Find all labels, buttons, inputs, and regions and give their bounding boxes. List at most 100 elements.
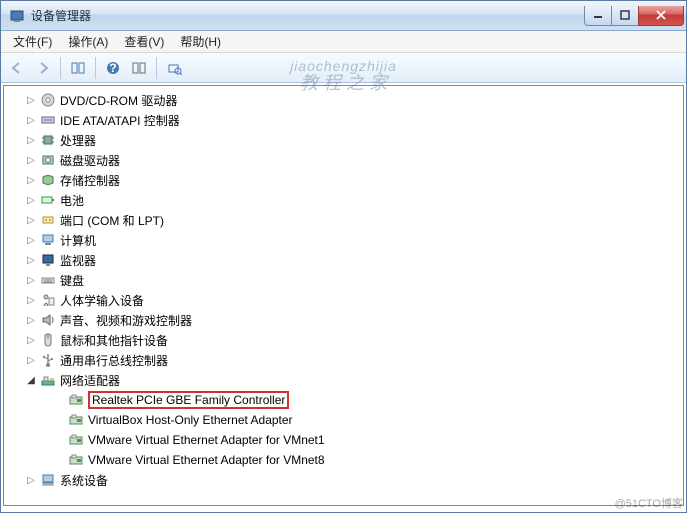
tree-item-label: IDE ATA/ATAPI 控制器 bbox=[60, 112, 180, 129]
tree-item[interactable]: ▷ 系统设备 bbox=[6, 470, 683, 490]
usb-icon bbox=[40, 352, 56, 368]
network-icon bbox=[40, 372, 56, 388]
tree-item-label: 网络适配器 bbox=[60, 372, 120, 389]
tree-item[interactable]: ▷ 声音、视频和游戏控制器 bbox=[6, 310, 683, 330]
tree-item-label: 处理器 bbox=[60, 132, 96, 149]
tree-item-label: 键盘 bbox=[60, 272, 84, 289]
forward-button[interactable] bbox=[31, 56, 55, 80]
content-area: ▷ DVD/CD-ROM 驱动器 ▷ IDE ATA/ATAPI 控制器 ▷ 处理器 ▷ 磁盘… bbox=[1, 83, 686, 512]
cpu-icon bbox=[40, 132, 56, 148]
tree-child-label-highlighted: Realtek PCIe GBE Family Controller bbox=[88, 391, 289, 409]
tree-item[interactable]: ▷ 通用串行总线控制器 bbox=[6, 350, 683, 370]
tree-item[interactable]: ▷ 电池 bbox=[6, 190, 683, 210]
tree-item[interactable]: ▷ 键盘 bbox=[6, 270, 683, 290]
expand-arrow-icon[interactable]: ▷ bbox=[24, 195, 38, 206]
device-manager-window: 设备管理器 文件(F) 操作(A) 查看(V) 帮助(H) ? jiaochen… bbox=[0, 0, 687, 513]
toolbar: ? jiaochengzhijia 教 程 之 家 bbox=[1, 53, 686, 83]
tree-item[interactable]: ▷ 鼠标和其他指针设备 bbox=[6, 330, 683, 350]
app-icon bbox=[9, 8, 25, 24]
minimize-button[interactable] bbox=[584, 6, 612, 26]
tree-child-label: VMware Virtual Ethernet Adapter for VMne… bbox=[88, 433, 325, 447]
storage-icon bbox=[40, 172, 56, 188]
window-title: 设备管理器 bbox=[31, 7, 584, 24]
scan-button[interactable] bbox=[162, 56, 186, 80]
tree-item[interactable]: ▷ 人体学输入设备 bbox=[6, 290, 683, 310]
disc-icon bbox=[40, 92, 56, 108]
toolbar-separator bbox=[156, 57, 157, 79]
keyboard-icon bbox=[40, 272, 56, 288]
network-adapter-icon bbox=[68, 392, 84, 408]
menu-view[interactable]: 查看(V) bbox=[118, 31, 170, 52]
tree-item-label: 鼠标和其他指针设备 bbox=[60, 332, 168, 349]
port-icon bbox=[40, 212, 56, 228]
expand-arrow-icon[interactable]: ▷ bbox=[24, 135, 38, 146]
expand-arrow-icon[interactable]: ▷ bbox=[24, 315, 38, 326]
device-tree[interactable]: ▷ DVD/CD-ROM 驱动器 ▷ IDE ATA/ATAPI 控制器 ▷ 处理器 ▷ 磁盘… bbox=[3, 85, 684, 506]
back-button[interactable] bbox=[5, 56, 29, 80]
footer-watermark: @51CTO博客 bbox=[615, 495, 683, 511]
tree-item[interactable]: ◢ 网络适配器 bbox=[6, 370, 683, 390]
tree-item-label: 存储控制器 bbox=[60, 172, 120, 189]
disk-icon bbox=[40, 152, 56, 168]
expand-arrow-icon[interactable]: ▷ bbox=[24, 275, 38, 286]
tree-item-label: 电池 bbox=[60, 192, 84, 209]
hid-icon bbox=[40, 292, 56, 308]
tree-child-label: VirtualBox Host-Only Ethernet Adapter bbox=[88, 413, 293, 427]
tree-child-item[interactable]: VMware Virtual Ethernet Adapter for VMne… bbox=[6, 430, 683, 450]
tree-item-label: 磁盘驱动器 bbox=[60, 152, 120, 169]
titlebar[interactable]: 设备管理器 bbox=[1, 1, 686, 31]
menubar: 文件(F) 操作(A) 查看(V) 帮助(H) bbox=[1, 31, 686, 53]
close-button[interactable] bbox=[638, 6, 684, 26]
tree-item[interactable]: ▷ 监视器 bbox=[6, 250, 683, 270]
expand-arrow-icon[interactable]: ▷ bbox=[24, 355, 38, 366]
tree-item[interactable]: ▷ IDE ATA/ATAPI 控制器 bbox=[6, 110, 683, 130]
network-adapter-icon bbox=[68, 432, 84, 448]
svg-text:?: ? bbox=[109, 61, 116, 75]
help-button[interactable]: ? bbox=[101, 56, 125, 80]
tree-item-label: 端口 (COM 和 LPT) bbox=[60, 212, 164, 229]
system-icon bbox=[40, 472, 56, 488]
toolbar-separator bbox=[60, 57, 61, 79]
tree-item[interactable]: ▷ 计算机 bbox=[6, 230, 683, 250]
tree-item[interactable]: ▷ DVD/CD-ROM 驱动器 bbox=[6, 90, 683, 110]
computer-icon bbox=[40, 232, 56, 248]
properties-button[interactable] bbox=[127, 56, 151, 80]
tree-item-label: 系统设备 bbox=[60, 472, 108, 489]
window-controls bbox=[584, 6, 684, 26]
expand-arrow-icon[interactable]: ▷ bbox=[24, 215, 38, 226]
expand-arrow-icon[interactable]: ▷ bbox=[24, 255, 38, 266]
maximize-button[interactable] bbox=[612, 6, 638, 26]
monitor-icon bbox=[40, 252, 56, 268]
tree-item[interactable]: ▷ 存储控制器 bbox=[6, 170, 683, 190]
tree-child-item[interactable]: VMware Virtual Ethernet Adapter for VMne… bbox=[6, 450, 683, 470]
mouse-icon bbox=[40, 332, 56, 348]
expand-arrow-icon[interactable]: ▷ bbox=[24, 295, 38, 306]
expand-arrow-icon[interactable]: ▷ bbox=[24, 235, 38, 246]
expand-arrow-icon[interactable]: ▷ bbox=[24, 115, 38, 126]
toolbar-separator bbox=[95, 57, 96, 79]
tree-item[interactable]: ▷ 端口 (COM 和 LPT) bbox=[6, 210, 683, 230]
expand-arrow-icon[interactable]: ▷ bbox=[24, 475, 38, 486]
expand-arrow-icon[interactable]: ▷ bbox=[24, 175, 38, 186]
expand-arrow-icon[interactable]: ▷ bbox=[24, 335, 38, 346]
battery-icon bbox=[40, 192, 56, 208]
tree-item-label: 监视器 bbox=[60, 252, 96, 269]
menu-help[interactable]: 帮助(H) bbox=[174, 31, 227, 52]
expand-arrow-icon[interactable]: ▷ bbox=[24, 95, 38, 106]
tree-item[interactable]: ▷ 处理器 bbox=[6, 130, 683, 150]
collapse-arrow-icon[interactable]: ◢ bbox=[24, 375, 38, 386]
menu-file[interactable]: 文件(F) bbox=[7, 31, 58, 52]
tree-item-label: 人体学输入设备 bbox=[60, 292, 144, 309]
network-adapter-icon bbox=[68, 452, 84, 468]
tree-item[interactable]: ▷ 磁盘驱动器 bbox=[6, 150, 683, 170]
tree-child-item[interactable]: Realtek PCIe GBE Family Controller bbox=[6, 390, 683, 410]
tree-item-label: 声音、视频和游戏控制器 bbox=[60, 312, 192, 329]
tree-item-label: DVD/CD-ROM 驱动器 bbox=[60, 92, 177, 109]
tree-item-label: 通用串行总线控制器 bbox=[60, 352, 168, 369]
expand-arrow-icon[interactable]: ▷ bbox=[24, 155, 38, 166]
menu-action[interactable]: 操作(A) bbox=[62, 31, 114, 52]
show-hide-tree-button[interactable] bbox=[66, 56, 90, 80]
tree-item-label: 计算机 bbox=[60, 232, 96, 249]
tree-child-item[interactable]: VirtualBox Host-Only Ethernet Adapter bbox=[6, 410, 683, 430]
sound-icon bbox=[40, 312, 56, 328]
